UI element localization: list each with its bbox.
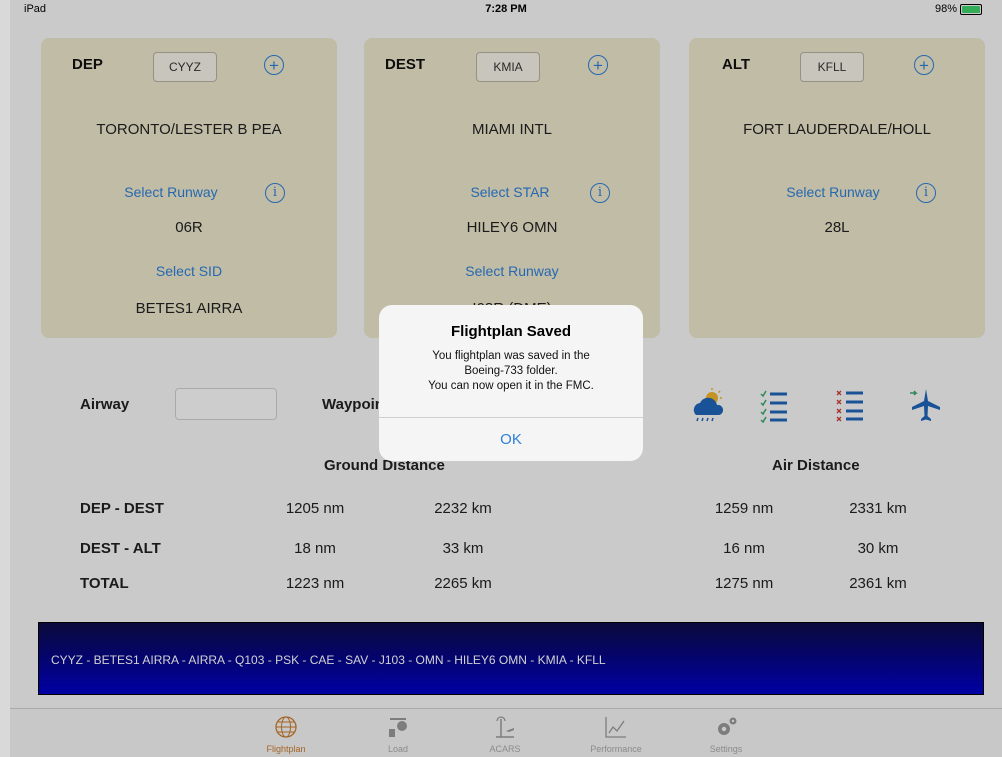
alert-title: Flightplan Saved [450,323,571,340]
alert-message: You flightplan was saved in the Boeing-7… [391,349,631,394]
alert-message-line-3: You can now open it in the FMC. [428,380,594,392]
flightplan-saved-alert: Flightplan Saved You flightplan was save… [379,305,643,461]
alert-message-line-1: You flightplan was saved in the [432,350,590,362]
alert-message-line-2: Boeing-733 folder. [464,365,558,377]
alert-ok-button[interactable]: OK [379,418,643,461]
app-screen: iPad 7:28 PM 98% DEP CYYZ + TORONTO/LEST… [10,0,1002,757]
